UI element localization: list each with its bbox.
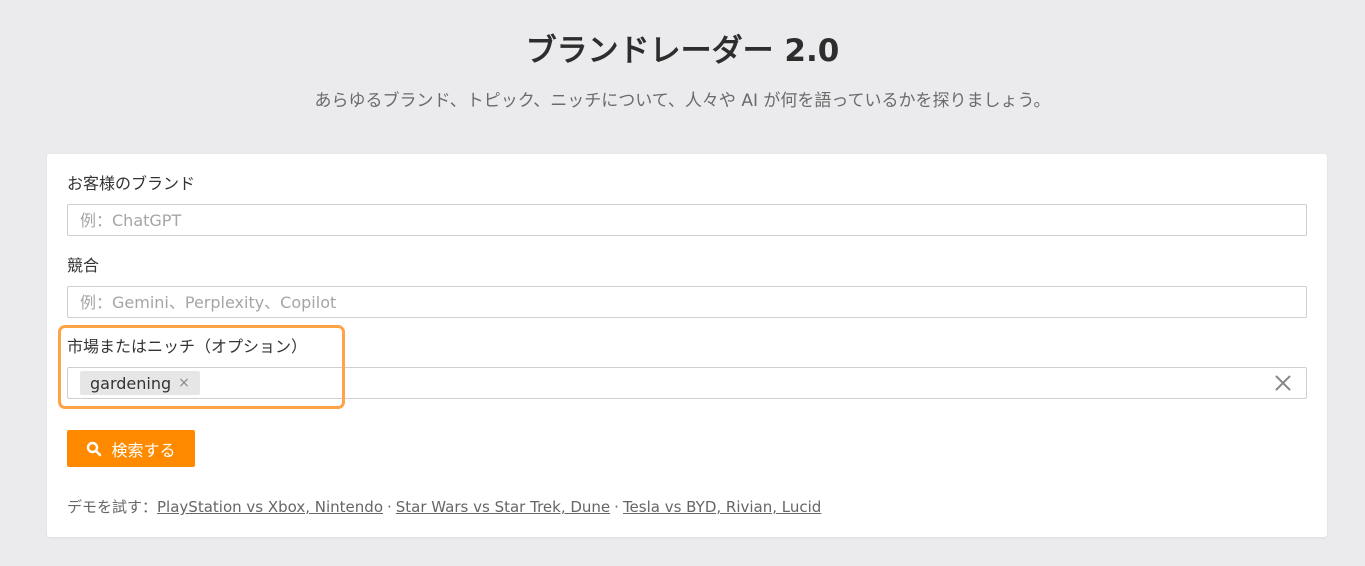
tag-remove-icon[interactable]: ×	[178, 376, 190, 390]
page-title: ブランドレーダー 2.0	[525, 33, 840, 69]
competitors-input[interactable]	[67, 286, 1307, 318]
search-button-label: 検索する	[111, 440, 176, 460]
demo-separator: ·	[614, 498, 619, 516]
demo-link-star-wars[interactable]: Star Wars vs Star Trek, Dune	[396, 498, 610, 516]
brand-input[interactable]	[67, 204, 1307, 236]
search-icon	[87, 441, 102, 456]
competitors-label: 競合	[67, 256, 100, 275]
search-button[interactable]: 検索する	[67, 430, 195, 467]
tag-chip-label: gardening	[90, 373, 172, 393]
demo-separator: ·	[387, 498, 392, 516]
page-subtitle: あらゆるブランド、トピック、ニッチについて、人々や AI が何を語っているかを探…	[314, 91, 1051, 111]
clear-icon[interactable]	[1274, 374, 1292, 392]
tag-chip: gardening ×	[80, 371, 200, 395]
market-tag-input[interactable]: gardening ×	[67, 367, 1307, 399]
demo-link-playstation[interactable]: PlayStation vs Xbox, Nintendo	[157, 498, 383, 516]
search-form-card: お客様のブランド 競合 市場またはニッチ（オプション） gardening × …	[47, 154, 1327, 537]
demo-prefix: デモを試す：	[67, 498, 158, 516]
demo-line: デモを試す：PlayStation vs Xbox, Nintendo · Star…	[67, 496, 821, 518]
market-label: 市場またはニッチ（オプション）	[67, 337, 308, 356]
brand-label: お客様のブランド	[67, 174, 196, 193]
demo-link-tesla[interactable]: Tesla vs BYD, Rivian, Lucid	[623, 498, 821, 516]
